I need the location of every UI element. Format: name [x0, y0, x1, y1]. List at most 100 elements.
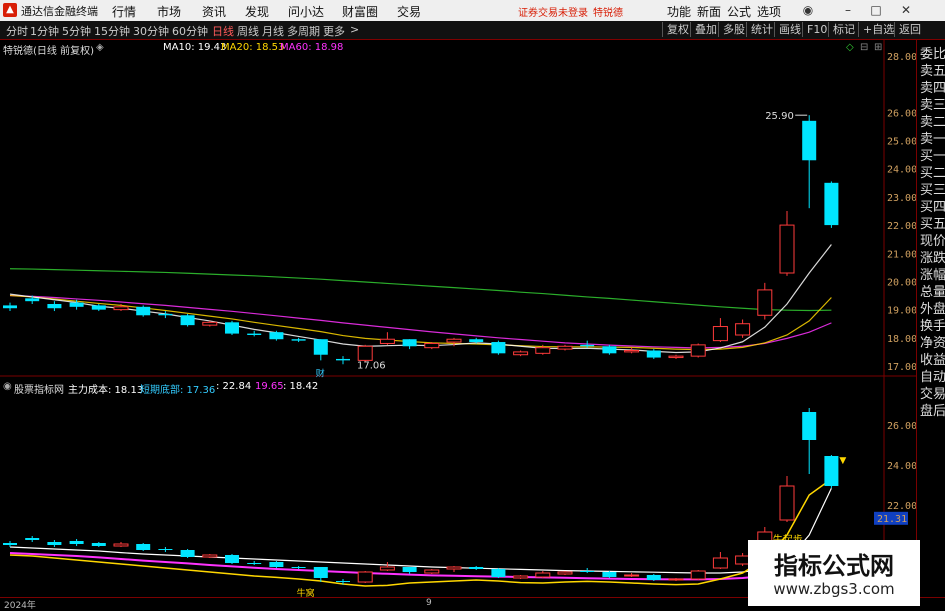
- statistics-button[interactable]: 统计: [746, 22, 773, 37]
- quote-label-1: 卖五: [920, 64, 945, 79]
- candle: [469, 339, 484, 343]
- sub-candle: [313, 567, 328, 578]
- menu-quotes[interactable]: 行情: [112, 3, 136, 20]
- tab-60min[interactable]: 60分钟: [172, 23, 208, 39]
- candle: [824, 182, 839, 226]
- tab-timeshare[interactable]: 分时: [6, 23, 28, 39]
- quote-label-13: 涨幅: [920, 268, 945, 283]
- menu-layout[interactable]: 新面: [697, 3, 721, 20]
- menu-function[interactable]: 功能: [667, 3, 691, 20]
- quote-label-9: 买四: [920, 200, 945, 215]
- tab-daily[interactable]: 日线: [212, 23, 234, 39]
- y-tick-label: 24.00: [887, 165, 916, 176]
- candle: [25, 298, 40, 302]
- sub-y-tick-label: 22.00: [887, 501, 916, 512]
- sub-candle: [469, 567, 484, 569]
- sub-candle: [779, 485, 795, 521]
- ma20-line: [9, 294, 832, 349]
- yellow-line: [9, 478, 832, 587]
- menu-news[interactable]: 资讯: [202, 3, 226, 20]
- quote-label-20[interactable]: 交易: [920, 386, 945, 403]
- close-icon[interactable]: ✕: [898, 2, 914, 18]
- user-icon[interactable]: ◉: [800, 2, 816, 18]
- y-tick-label: 17.00: [887, 362, 916, 373]
- candle: [69, 302, 84, 307]
- candle: [690, 344, 706, 357]
- sub-candle: [802, 412, 817, 440]
- menu-trade[interactable]: 交易: [397, 3, 421, 20]
- quote-label-19[interactable]: 自动: [920, 369, 945, 386]
- quote-label-18: 收益: [920, 353, 945, 368]
- sub-candle: [602, 572, 617, 577]
- menu-wealth[interactable]: 财富圈: [342, 3, 378, 20]
- more-arrow-icon[interactable]: >: [350, 23, 359, 36]
- y-tick-label: 18.00: [887, 334, 916, 345]
- sub-candle: [336, 581, 350, 582]
- sub-candle: [446, 566, 462, 570]
- sub-candle: [225, 555, 239, 563]
- sub-candle: [3, 543, 17, 545]
- candle: [225, 322, 239, 334]
- sub-candle: [47, 542, 62, 545]
- y-tick-label: 19.00: [887, 306, 916, 317]
- quote-label-15: 外盘: [920, 302, 945, 317]
- tab-30min[interactable]: 30分钟: [133, 23, 169, 39]
- candle: [624, 350, 640, 353]
- tab-15min[interactable]: 15分钟: [94, 23, 130, 39]
- menu-market[interactable]: 市场: [157, 3, 181, 20]
- tab-5min[interactable]: 5分钟: [62, 23, 91, 39]
- sub-candle: [113, 543, 129, 547]
- multi-stock-button[interactable]: 多股: [718, 22, 745, 37]
- candle: [291, 339, 306, 341]
- menu-discover[interactable]: 发现: [245, 3, 269, 20]
- draw-line-button[interactable]: 画线: [774, 22, 801, 37]
- candle: [136, 306, 151, 316]
- sub-candle: [491, 569, 506, 577]
- tab-weekly[interactable]: 周线: [237, 23, 259, 39]
- login-warning[interactable]: 证券交易未登录: [518, 4, 588, 19]
- mark-button[interactable]: 标记: [828, 22, 855, 37]
- candle: [269, 332, 284, 340]
- menu-formula[interactable]: 公式: [727, 3, 751, 20]
- quote-panel: 委比 卖五 卖四 卖三 卖二 卖一 买一 买二 买三 买四 买五 现价 涨跌 涨幅 总量 外盘 换手 净资 收益 自动…: [916, 40, 945, 596]
- sub-candle: [690, 570, 706, 580]
- quote-label-4: 卖二: [920, 115, 945, 130]
- candle: [424, 342, 440, 349]
- menu-ask[interactable]: 问小达: [288, 3, 324, 20]
- sub-candle: [158, 549, 173, 550]
- candle: [668, 355, 684, 359]
- sub-candle: [424, 569, 440, 574]
- candle: [113, 306, 129, 311]
- sub-y-tick-label: 24.00: [887, 461, 916, 472]
- sub-candle: [580, 571, 595, 572]
- candle: [580, 344, 595, 347]
- candle: [180, 315, 195, 326]
- tab-multi-period[interactable]: 多周期: [287, 23, 320, 39]
- minimize-icon[interactable]: –: [840, 2, 856, 18]
- high-price-label: 25.90: [765, 111, 794, 122]
- quote-label-3: 卖三: [920, 98, 945, 113]
- sub-candle: [379, 566, 395, 571]
- back-button[interactable]: 返回: [894, 22, 921, 37]
- watermark: 指标公式网 www.zbgs3.com: [748, 540, 920, 606]
- tab-more[interactable]: 更多: [323, 23, 345, 39]
- overlay-button[interactable]: 叠加: [690, 22, 717, 37]
- y-tick-label: 25.00: [887, 137, 916, 148]
- tab-monthly[interactable]: 月线: [262, 23, 284, 39]
- f10-button[interactable]: F10: [802, 22, 827, 37]
- tab-1min[interactable]: 1分钟: [30, 23, 59, 39]
- quote-label-21[interactable]: 盘后: [920, 403, 945, 420]
- current-value-label: 21.31: [877, 514, 907, 525]
- restore-rights-button[interactable]: 复权: [662, 22, 689, 37]
- candle: [336, 358, 350, 361]
- kline-chart[interactable]: 28.00 26.00 25.00 24.00 23.00 22.00 21.00 20.00…: [0, 40, 916, 597]
- candle: [602, 346, 617, 354]
- sub-candle: [69, 541, 84, 544]
- y-tick-label: 23.00: [887, 193, 916, 204]
- sub-candle: [247, 563, 262, 564]
- sub-candle: [25, 538, 40, 540]
- maximize-icon[interactable]: □: [868, 2, 884, 18]
- candle: [757, 289, 773, 316]
- menu-options[interactable]: 选项: [757, 3, 781, 20]
- add-watchlist-button[interactable]: +自选: [858, 22, 894, 37]
